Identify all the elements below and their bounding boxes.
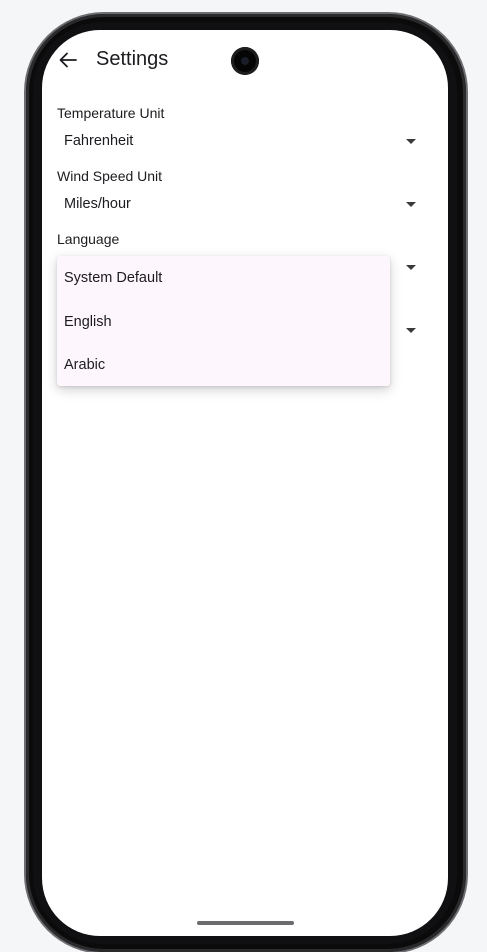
menu-item-english[interactable]: English xyxy=(57,300,390,343)
camera-lens xyxy=(241,57,249,65)
back-button[interactable] xyxy=(54,46,82,74)
wind-speed-unit-value: Miles/hour xyxy=(64,196,131,212)
chevron-down-icon xyxy=(406,265,416,270)
wind-speed-unit-dropdown[interactable]: Miles/hour xyxy=(57,189,427,221)
menu-item-arabic[interactable]: Arabic xyxy=(57,343,390,386)
temperature-unit-dropdown[interactable]: Fahrenheit xyxy=(57,126,427,158)
arrow-left-icon xyxy=(59,52,77,68)
language-menu: System Default English Arabic xyxy=(57,256,390,386)
menu-item-system-default[interactable]: System Default xyxy=(57,256,390,299)
wind-speed-unit-label: Wind Speed Unit xyxy=(57,168,163,184)
front-camera xyxy=(231,47,259,75)
chevron-down-icon[interactable] xyxy=(406,328,416,333)
language-label: Language xyxy=(57,231,120,247)
temperature-unit-value: Fahrenheit xyxy=(64,133,134,149)
temperature-unit-label: Temperature Unit xyxy=(57,105,165,121)
menu-item-label: English xyxy=(64,313,112,330)
device-frame: Settings Temperature Unit Fahrenheit Win… xyxy=(0,0,487,952)
menu-item-label: System Default xyxy=(64,269,163,286)
screen: Settings Temperature Unit Fahrenheit Win… xyxy=(42,30,448,936)
menu-item-label: Arabic xyxy=(64,356,106,373)
page-title: Settings xyxy=(96,48,169,70)
gesture-navigation-bar[interactable] xyxy=(197,921,294,925)
chevron-down-icon xyxy=(406,139,416,144)
chevron-down-icon xyxy=(406,202,416,207)
